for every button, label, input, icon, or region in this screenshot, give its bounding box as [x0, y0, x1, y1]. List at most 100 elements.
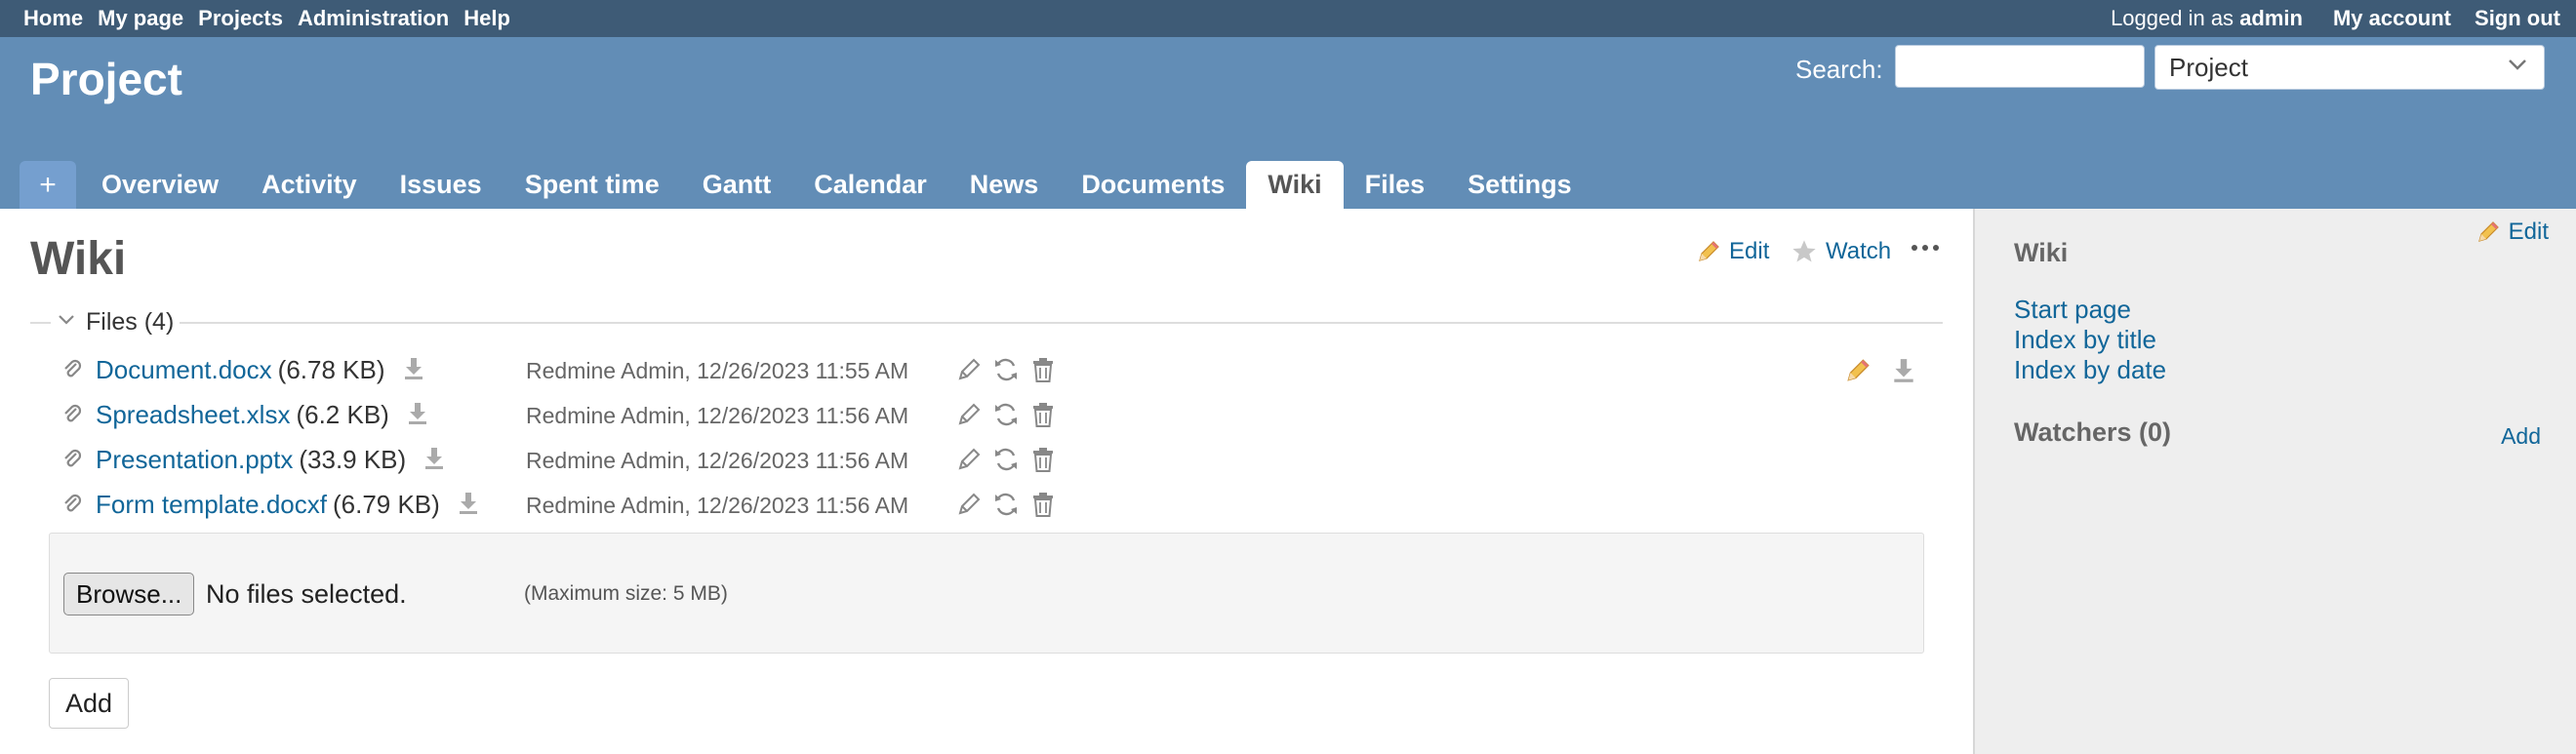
search-label: Search:: [1795, 55, 1883, 84]
top-menu-administration[interactable]: Administration: [298, 6, 449, 31]
top-menu: Home My page Projects Administration Hel…: [0, 0, 2576, 37]
tab-files[interactable]: Files: [1344, 161, 1447, 209]
search-scope-select[interactable]: Project: [2154, 45, 2545, 90]
attachment-row: Presentation.pptx (33.9 KB) Redmine Admin…: [60, 442, 1973, 477]
top-menu-help[interactable]: Help: [463, 6, 510, 31]
attachment-info: Form template.docxf (6.79 KB): [96, 490, 480, 523]
watchers-heading: Watchers (0): [2014, 417, 2172, 447]
attachment-author: Redmine Admin, 12/26/2023 11:56 AM: [526, 448, 909, 473]
replace-icon[interactable]: [992, 356, 1020, 383]
content-area: Wiki Edit Watch Files (4) Document.docx(…: [0, 209, 1973, 754]
my-account-link[interactable]: My account: [2333, 6, 2451, 31]
replace-icon[interactable]: [992, 401, 1020, 428]
paperclip-icon: [60, 358, 84, 386]
pencil-icon: [2477, 221, 2499, 242]
attachment-link[interactable]: Presentation.pptx: [96, 445, 293, 474]
paperclip-icon: [60, 493, 84, 521]
replace-icon[interactable]: [992, 491, 1020, 518]
wiki-row-actions: [1844, 357, 1936, 384]
attachment-info: Spreadsheet.xlsx (6.2 KB): [96, 400, 429, 433]
sidebar-link-index-by-date[interactable]: Index by date: [2014, 355, 2166, 385]
logged-in-user[interactable]: admin: [2239, 6, 2303, 30]
download-icon[interactable]: [402, 356, 425, 388]
chevron-down-icon: [57, 310, 76, 336]
pencil-icon[interactable]: [1844, 357, 1872, 384]
project-title: Project: [30, 54, 182, 104]
search-input[interactable]: [1895, 45, 2145, 88]
max-size-note: (Maximum size: 5 MB): [524, 582, 728, 605]
attachment-row: Spreadsheet.xlsx (6.2 KB) Redmine Admin, …: [60, 397, 1973, 432]
attachment-link[interactable]: Form template.docxf: [96, 490, 327, 519]
tab-documents[interactable]: Documents: [1060, 161, 1246, 209]
sidebar-link-start-page[interactable]: Start page: [2014, 295, 2131, 325]
attachment-row: Document.docx (6.78 KB) Redmine Admin, 12…: [60, 352, 1973, 387]
top-menu-my-page[interactable]: My page: [98, 6, 183, 31]
files-fieldset-border: [30, 322, 1943, 324]
watch-label: Watch: [1826, 238, 1892, 264]
tab-settings[interactable]: Settings: [1446, 161, 1593, 209]
sidebar-title: Wiki: [2014, 238, 2069, 267]
add-button[interactable]: Add: [49, 678, 130, 729]
tab-calendar[interactable]: Calendar: [792, 161, 948, 209]
tab-wiki[interactable]: Wiki: [1246, 161, 1344, 209]
trash-icon[interactable]: [1030, 491, 1056, 518]
watch-link[interactable]: Watch: [1791, 238, 1891, 265]
tab-news[interactable]: News: [948, 161, 1061, 209]
attachment-author: Redmine Admin, 12/26/2023 11:56 AM: [526, 493, 909, 518]
logged-in-as: Logged in as admin: [2111, 6, 2303, 31]
page-title: Wiki: [30, 233, 127, 285]
edit-label: Edit: [1729, 238, 1770, 264]
top-menu-projects[interactable]: Projects: [198, 6, 283, 31]
tab-issues[interactable]: Issues: [379, 161, 503, 209]
attachment-size: (6.2 KB): [296, 400, 389, 429]
trash-icon[interactable]: [1030, 401, 1056, 428]
attachment-link[interactable]: Document.docx: [96, 355, 272, 384]
search-scope-value: Project: [2169, 53, 2248, 82]
paperclip-icon: [60, 448, 84, 476]
header: Project Search: Project + Overview Activ…: [0, 37, 2576, 209]
attachment-size: (6.78 KB): [277, 355, 385, 384]
edit-link[interactable]: Edit: [1696, 238, 1769, 265]
edit-icon[interactable]: [956, 357, 982, 382]
files-legend-toggle[interactable]: Files (4): [51, 308, 181, 337]
download-icon[interactable]: [457, 491, 480, 523]
replace-icon[interactable]: [992, 446, 1020, 473]
edit-icon[interactable]: [956, 447, 982, 472]
tab-overview[interactable]: Overview: [80, 161, 240, 209]
sidebar: Edit Wiki Start page Index by title Inde…: [1973, 209, 2576, 754]
sidebar-link-index-by-title[interactable]: Index by title: [2014, 325, 2156, 355]
attachment-link[interactable]: Spreadsheet.xlsx: [96, 400, 290, 429]
ellipsis-icon: [1912, 245, 1939, 251]
no-files-label: No files selected.: [206, 579, 407, 609]
attachment-size: (6.79 KB): [332, 490, 440, 519]
paperclip-icon: [60, 403, 84, 431]
top-menu-left: Home My page Projects Administration Hel…: [23, 0, 525, 37]
download-icon[interactable]: [1891, 357, 1916, 384]
attachment-actions: [956, 401, 1067, 428]
attachment-row: Form template.docxf (6.79 KB) Redmine Adm…: [60, 487, 1973, 522]
tab-spent-time[interactable]: Spent time: [503, 161, 681, 209]
top-menu-right: Logged in as admin My account Sign out: [2111, 0, 2560, 37]
browse-button[interactable]: Browse...: [63, 573, 195, 615]
edit-icon[interactable]: [956, 492, 982, 517]
chevron-down-icon: [2507, 50, 2528, 86]
add-watcher-link[interactable]: Add: [2501, 423, 2541, 450]
main-menu: + Overview Activity Issues Spent time Ga…: [20, 161, 1593, 209]
top-menu-home[interactable]: Home: [23, 6, 83, 31]
new-object-tab[interactable]: +: [20, 161, 76, 209]
trash-icon[interactable]: [1030, 446, 1056, 473]
sidebar-edit-label: Edit: [2508, 218, 2549, 245]
sidebar-edit-link[interactable]: Edit: [2475, 218, 2549, 246]
files-legend-label: Files (4): [86, 308, 175, 336]
sign-out-link[interactable]: Sign out: [2475, 6, 2560, 31]
trash-icon[interactable]: [1030, 356, 1056, 383]
download-icon[interactable]: [423, 446, 446, 478]
tab-gantt[interactable]: Gantt: [681, 161, 793, 209]
more-actions-button[interactable]: [1911, 242, 1948, 254]
edit-icon[interactable]: [956, 402, 982, 427]
logged-in-prefix: Logged in as: [2111, 6, 2234, 30]
tab-activity[interactable]: Activity: [240, 161, 379, 209]
attachment-author: Redmine Admin, 12/26/2023 11:55 AM: [526, 358, 909, 383]
attachment-info: Presentation.pptx (33.9 KB): [96, 445, 446, 478]
download-icon[interactable]: [406, 401, 429, 433]
